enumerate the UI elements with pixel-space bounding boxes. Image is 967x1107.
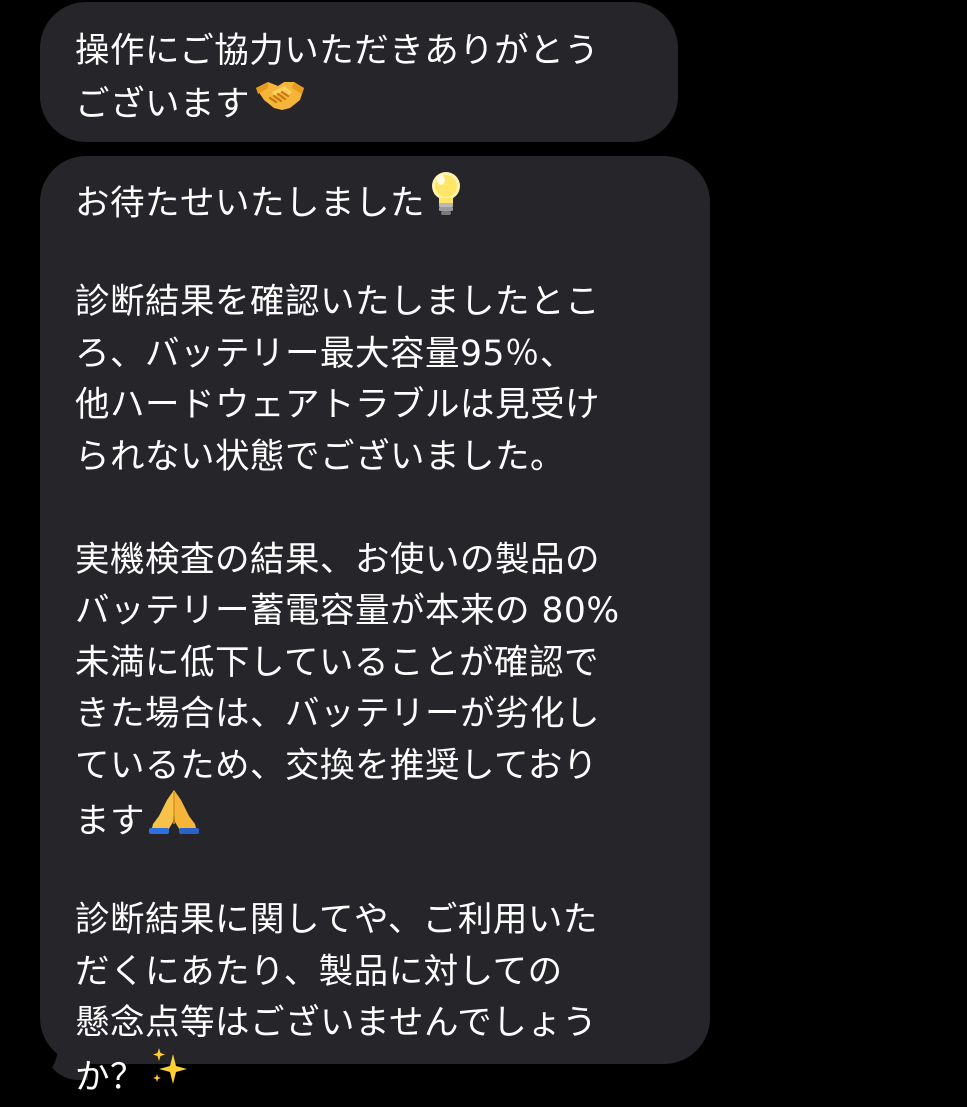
message-bubble-2[interactable]: お待たせいたしました 診断結果を確認いたしましたとこ ろ、バッテリー最大容量95… (40, 156, 710, 1097)
message-line-with-emoji: か？ (75, 1047, 680, 1102)
folded-hands-emoji-icon (149, 788, 199, 850)
message-line: 診断結果を確認いたしましたとこ (75, 282, 600, 322)
message-line: ろ、バッテリー最大容量95％、 (75, 333, 575, 374)
message-line-text: ます (75, 801, 145, 842)
message-line-text: ございます (75, 83, 250, 124)
message-line: 懸念点等はございませんでしょう (75, 1003, 598, 1043)
message-line: 他ハードウェアトラブルは見受け (75, 385, 600, 425)
message-line-with-emoji: ございます (75, 78, 648, 130)
message-line-with-emoji: お待たせいたしました (75, 172, 680, 226)
message-line: 未満に低下していることが確認で (75, 642, 599, 683)
message-line: 診断結果に関してや、ご利用いた (75, 900, 598, 940)
message-line: バッテリー蓄電容量が本来の 80% (75, 591, 620, 631)
message-line: 実機検査の結果、お使いの製品の (75, 539, 600, 580)
message-line: ているため、交換を推奨しており (75, 745, 598, 786)
sparkles-emoji-icon (149, 1046, 193, 1104)
message-line-text: お待たせいたしました (75, 183, 425, 224)
message-line-with-emoji: ます (75, 790, 680, 844)
message-line-text: か？ (75, 1056, 145, 1097)
message-line: だくにあたり、製品に対しての (75, 951, 563, 992)
handshake-emoji-icon (254, 74, 306, 130)
message-line: 操作にご協力いただきありがとう (75, 31, 600, 71)
message-line: られない状態でございました。 (75, 436, 565, 477)
message-bubble-1[interactable]: 操作にご協力いただきありがとう ございます (40, 2, 678, 142)
lightbulb-emoji-icon (429, 170, 463, 232)
message-line: きた場合は、バッテリーが劣化し (75, 694, 600, 734)
